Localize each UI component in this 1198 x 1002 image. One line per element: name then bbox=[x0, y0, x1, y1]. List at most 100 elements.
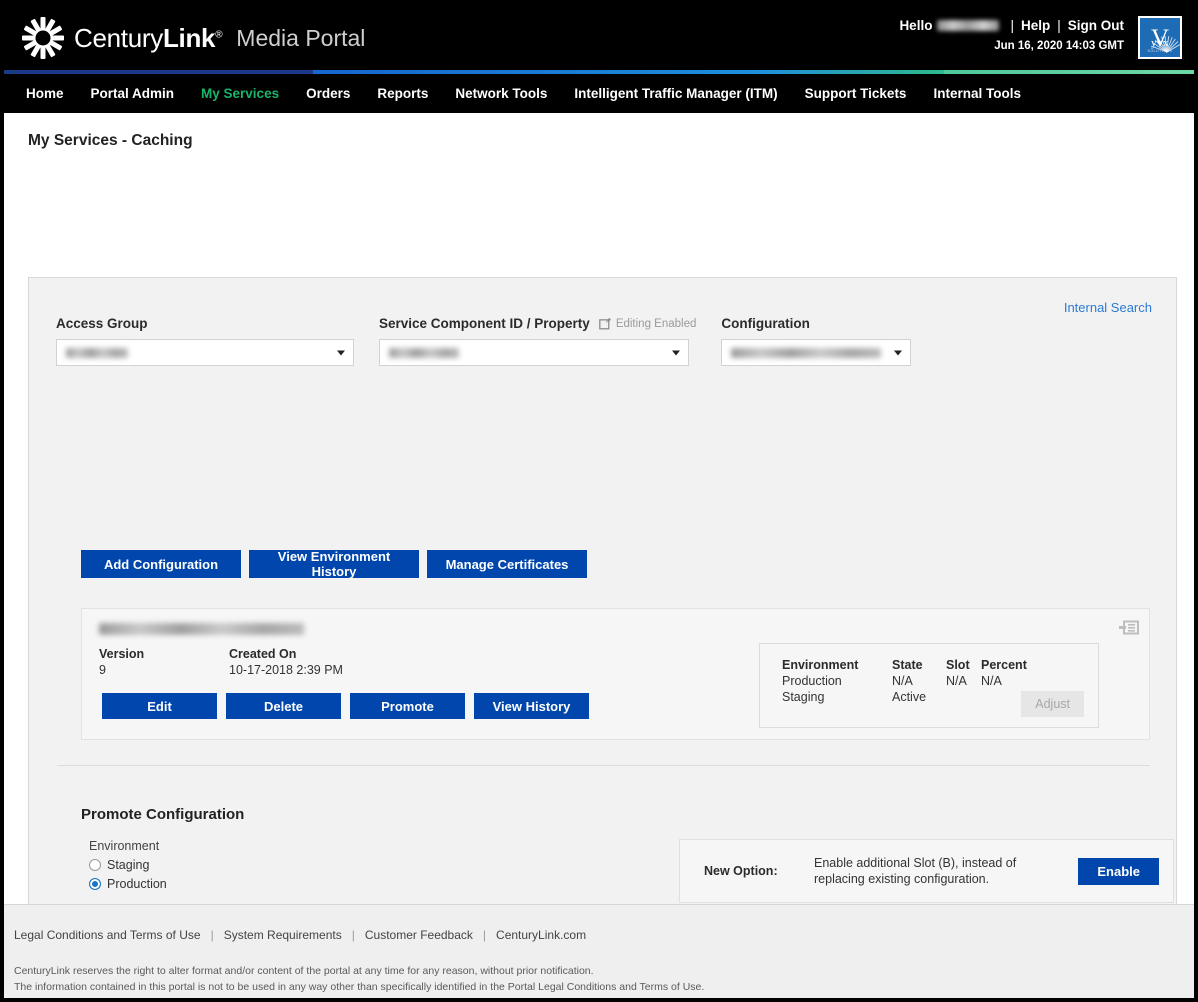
nav-item-internal-tools[interactable]: Internal Tools bbox=[933, 86, 1021, 101]
header-separator-1: | bbox=[1010, 18, 1014, 33]
new-option-box: New Option: Enable additional Slot (B), … bbox=[679, 839, 1174, 903]
new-option-text: Enable additional Slot (B), instead of r… bbox=[814, 855, 1017, 886]
nav-item-portal-admin[interactable]: Portal Admin bbox=[91, 86, 175, 101]
section-divider bbox=[57, 765, 1150, 766]
chevron-down-icon bbox=[337, 350, 345, 355]
pencil-edit-icon bbox=[598, 317, 611, 330]
radio-button-staging[interactable] bbox=[89, 859, 101, 871]
nav-item-orders[interactable]: Orders bbox=[306, 86, 350, 101]
chevron-down-icon bbox=[894, 350, 903, 355]
caching-panel: Internal Search Access Group Service Com… bbox=[28, 277, 1177, 998]
site-header: CenturyLink® Media Portal Hello | Help |… bbox=[4, 4, 1194, 70]
service-component-label-text: Service Component ID / Property bbox=[379, 316, 590, 331]
footer-link-system-requirements[interactable]: System Requirements bbox=[224, 928, 342, 942]
service-component-label: Service Component ID / Property Editing … bbox=[379, 316, 696, 331]
brand-name-part1: Century bbox=[74, 22, 163, 53]
brand-subtitle: Media Portal bbox=[236, 24, 366, 51]
internal-search-link[interactable]: Internal Search bbox=[1064, 300, 1152, 315]
footer-link-legal-conditions-and-terms-of-use[interactable]: Legal Conditions and Terms of Use bbox=[14, 928, 201, 942]
radio-button-production[interactable] bbox=[89, 878, 101, 890]
brand-registered-mark: ® bbox=[215, 28, 223, 40]
vyvx-logo: V yvx SOLUTIONS bbox=[1138, 16, 1182, 59]
service-component-value-redacted bbox=[389, 347, 459, 358]
nav-item-reports[interactable]: Reports bbox=[377, 86, 428, 101]
new-option-label: New Option: bbox=[704, 864, 778, 878]
editing-enabled-text: Editing Enabled bbox=[615, 317, 697, 330]
environment-cell: Active bbox=[892, 690, 927, 704]
adjust-button[interactable]: Adjust bbox=[1021, 691, 1084, 717]
nav-item-network-tools[interactable]: Network Tools bbox=[455, 86, 547, 101]
environment-radio-group: Environment Staging Production bbox=[89, 839, 167, 896]
delete-button[interactable]: Delete bbox=[226, 693, 341, 719]
environment-cell: N/A bbox=[981, 674, 1002, 688]
environment-table-header: Environment State Slot Percent bbox=[782, 658, 1041, 672]
access-group-value-redacted bbox=[66, 347, 128, 358]
service-component-select[interactable] bbox=[379, 339, 689, 366]
environment-header-environment: Environment bbox=[782, 658, 859, 672]
footer-legal-line-2: The information contained in this portal… bbox=[14, 980, 705, 993]
username-redacted bbox=[937, 20, 1000, 31]
footer-separator: | bbox=[210, 928, 214, 942]
environment-header-state: State bbox=[892, 658, 923, 672]
radio-label-production: Production bbox=[107, 877, 167, 891]
add-configuration-button[interactable]: Add Configuration bbox=[81, 550, 241, 578]
centurylink-sunburst-icon bbox=[22, 17, 64, 59]
configuration-actions: Add Configuration View Environment Histo… bbox=[81, 549, 587, 579]
environment-status-table: Environment State Slot Percent Production N/A… bbox=[782, 658, 1041, 704]
vyvx-logo-subtext: SOLUTIONS bbox=[1147, 49, 1173, 53]
enable-slot-b-button[interactable]: Enable bbox=[1078, 857, 1159, 885]
footer-separator: | bbox=[351, 928, 355, 942]
main-navigation: Home Portal Admin My Services Orders Reports… bbox=[4, 74, 1194, 113]
page-content: My Services - Caching Internal Search Ac… bbox=[4, 113, 1194, 998]
environment-table-row: Staging Active bbox=[782, 690, 1041, 704]
sign-out-link[interactable]: Sign Out bbox=[1068, 18, 1124, 33]
view-environment-history-button[interactable]: View Environment History bbox=[249, 549, 419, 579]
environment-header-percent: Percent bbox=[981, 658, 1027, 672]
environment-status-box: Environment State Slot Percent Production N/A… bbox=[759, 643, 1099, 728]
hello-label: Hello bbox=[899, 18, 933, 33]
environment-header-slot: Slot bbox=[946, 658, 970, 672]
footer-legal: CenturyLink reserves the right to alter … bbox=[14, 964, 704, 996]
nav-item-my-services[interactable]: My Services bbox=[201, 86, 279, 101]
environment-cell: N/A bbox=[946, 674, 967, 688]
configuration-card-actions: Edit Delete Promote View History bbox=[102, 693, 589, 719]
version-value: 9 bbox=[99, 663, 106, 677]
brand-name-part2: Link bbox=[162, 22, 216, 53]
configuration-card: Version 9 Created On 10-17-2018 2:39 PM … bbox=[81, 608, 1150, 740]
radio-option-production[interactable]: Production bbox=[89, 877, 167, 891]
edit-button[interactable]: Edit bbox=[102, 693, 217, 719]
chevron-down-icon bbox=[672, 350, 680, 355]
footer-separator: | bbox=[482, 928, 487, 942]
created-on-label: Created On bbox=[229, 647, 297, 661]
nav-item-intelligent-traffic-manager-itm[interactable]: Intelligent Traffic Manager (ITM) bbox=[574, 86, 777, 101]
manage-certificates-button[interactable]: Manage Certificates bbox=[427, 550, 587, 578]
access-group-select[interactable] bbox=[56, 339, 354, 366]
help-link[interactable]: Help bbox=[1021, 18, 1050, 33]
footer-link-customer-feedback[interactable]: Customer Feedback bbox=[365, 928, 473, 942]
environment-group-label: Environment bbox=[89, 839, 160, 853]
view-history-button[interactable]: View History bbox=[474, 693, 589, 719]
header-separator-2: | bbox=[1057, 18, 1061, 33]
selector-row: Access Group Service Component ID / Prop… bbox=[56, 316, 936, 366]
configuration-block: Configuration bbox=[721, 316, 912, 366]
environment-cell: Staging bbox=[782, 690, 825, 704]
configuration-select[interactable] bbox=[721, 339, 912, 366]
footer-link-centurylink-com[interactable]: CenturyLink.com bbox=[496, 928, 586, 942]
vyvx-logo-text: yvx bbox=[1151, 37, 1169, 49]
configuration-card-meta: Version 9 Created On 10-17-2018 2:39 PM bbox=[99, 647, 343, 677]
footer-legal-line-1: CenturyLink reserves the right to alter … bbox=[14, 965, 594, 977]
version-label: Version bbox=[99, 647, 145, 661]
service-component-block: Service Component ID / Property Editing … bbox=[379, 316, 696, 366]
radio-label-staging: Staging bbox=[107, 858, 150, 872]
header-user-area: Hello | Help | Sign Out Jun 16, 2020 14:… bbox=[899, 18, 1124, 52]
promote-section-title: Promote Configuration bbox=[81, 806, 245, 823]
promote-button[interactable]: Promote bbox=[350, 693, 465, 719]
created-on-column: Created On 10-17-2018 2:39 PM bbox=[229, 647, 343, 677]
radio-option-staging[interactable]: Staging bbox=[89, 858, 167, 872]
header-links: Hello | Help | Sign Out bbox=[899, 18, 1124, 33]
access-group-label: Access Group bbox=[56, 316, 148, 331]
nav-item-home[interactable]: Home bbox=[26, 86, 64, 101]
nav-item-support-tickets[interactable]: Support Tickets bbox=[805, 86, 907, 101]
expand-detail-panel-icon[interactable] bbox=[1119, 620, 1139, 640]
environment-table-row: Production N/A N/A N/A bbox=[782, 674, 1041, 688]
